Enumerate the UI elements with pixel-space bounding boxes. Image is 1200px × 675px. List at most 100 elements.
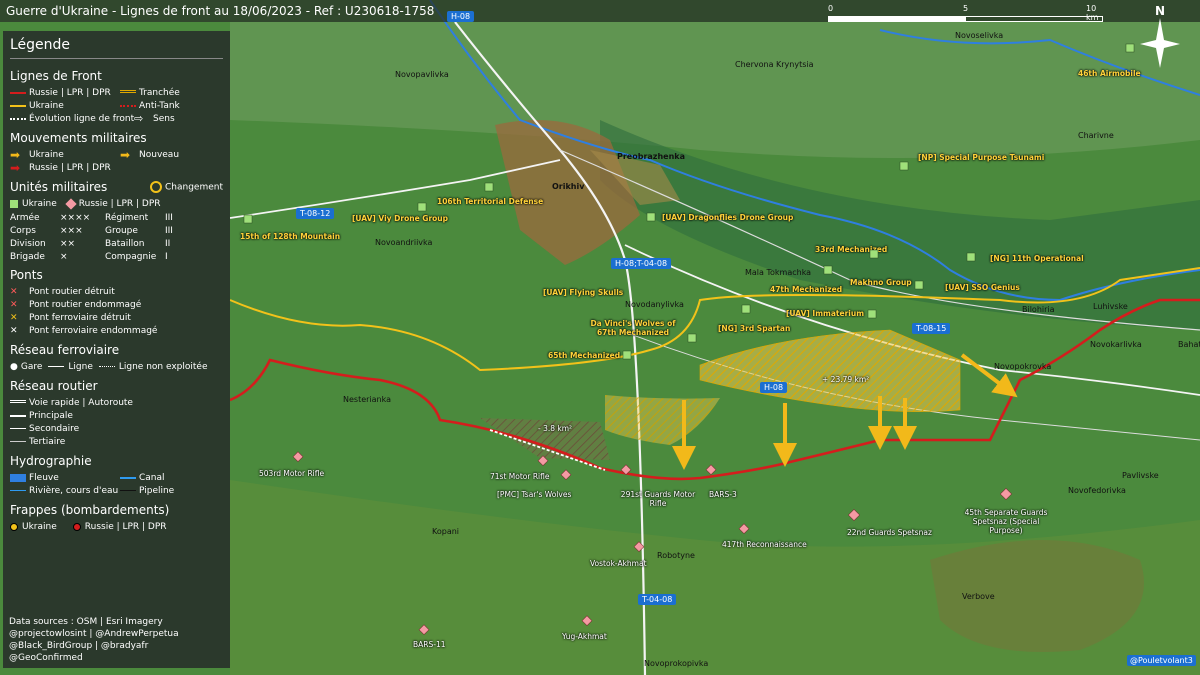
change-circle-icon [150,181,163,193]
legend-hydro-river: Fleuve [29,472,59,483]
unit-size-3b-symbol: I [165,252,168,262]
river-swatch [10,473,26,482]
road-bridge-damaged-icon: ✕ [10,299,18,310]
town-label: Nesterianka [343,395,392,404]
town-label: Novoselivka [955,31,1004,40]
legend-front-title: Lignes de Front [10,69,102,83]
ru-unit-label: Yug-Akhmat [562,632,607,641]
town-label: Robotyne [657,551,695,560]
ua-unit-label: [UAV] Immaterium [786,309,865,318]
antitank-swatch [120,104,136,107]
legend-bridge-3: Pont ferroviaire endommagé [29,325,158,336]
road-shield-t0815: T-08-15 [912,323,951,334]
unit-size-1-symbol: ××× [60,226,83,236]
unit-size-0-symbol: ×××× [60,213,91,223]
ru-unit-label: 503rd Motor Rifle [259,469,325,478]
russia-unit-icon [65,197,77,210]
ua-unit-label: 46th Airmobile [1078,69,1141,78]
tertiary-road-swatch [10,441,26,442]
main-road-swatch [10,414,26,417]
legend-bridge-0: Pont routier détruit [29,286,115,297]
unit-size-0b-label: Régiment [105,213,149,223]
ua-unit-label: [NG] 3rd Spartan [718,324,791,333]
evolution-swatch [10,117,26,120]
new-move-arrow-icon: ➡ [120,147,131,162]
legend-front-antitank: Anti-Tank [139,100,180,111]
ukraine-strike-icon [10,522,18,531]
russia-line-swatch [10,91,26,94]
road-shield-t0812: T-08-12 [296,208,335,219]
town-label: Novofedorivka [1068,486,1126,495]
legend-hydro-stream: Rivière, cours d'eau [29,485,119,496]
town-label-orikhiv: Orikhiv [552,182,585,191]
ru-unit-label: 22nd Guards Spetsnaz [847,528,932,537]
ua-unit-label: [UAV] Flying Skulls [543,288,624,297]
ru-unit-label: 45th Separate Guards Spetsnaz (Special P… [964,508,1048,535]
legend-moves-title: Mouvements militaires [10,131,147,145]
ru-unit-label: BARS-11 [413,640,446,649]
town-label: Novopokrovka [994,362,1052,371]
russia-move-arrow-icon: ➡ [10,160,21,175]
source-line-2: @Black_BirdGroup | @bradyafr [9,641,149,651]
legend-road-3: Tertiaire [29,436,66,447]
canal-swatch [120,476,136,479]
legend-bridge-2: Pont ferroviaire détruit [29,312,131,323]
ua-unit-label: [UAV] SSO Genius [945,283,1020,292]
ua-unit-label: Makhno Group [850,278,912,287]
ua-unit-label: 106th Territorial Defense [437,197,544,206]
unit-size-3-symbol: × [60,252,68,262]
legend-rail-station: Gare [20,361,43,372]
gain-west-label: - 3.8 km² [538,424,573,433]
town-label: Novokarlivka [1090,340,1142,349]
rail-bridge-destroyed-icon: ✕ [10,312,18,323]
legend-rail-line: Ligne [68,361,93,372]
ua-unit-label: 15th of 128th Mountain [240,232,341,241]
legend-moves-ukraine: Ukraine [29,149,64,160]
legend-units-russia: Russie | LPR | DPR [78,198,161,209]
legend-units-change: Changement [165,182,223,193]
unit-size-1b-symbol: III [165,226,173,236]
legend-bridge-1: Pont routier endommagé [29,299,142,310]
legend-panel: Légende Lignes de Front Russie | LPR | D… [3,31,230,668]
ua-unit-label: 65th Mechanized [548,351,621,360]
legend-front-evolution: Évolution ligne de front [29,113,135,124]
unit-size-2b-label: Bataillon [105,239,145,249]
ukraine-unit-icon [10,199,18,208]
town-label: Bilohiria [1022,305,1055,314]
road-shield-h08-t0408: H-08;T-04-08 [611,258,672,269]
rail-bridge-damaged-icon: ✕ [10,325,18,336]
north-label: N [1154,4,1166,18]
scale-tick-0: 0 [828,4,834,13]
town-label: Mala Tokmachka [745,268,812,277]
source-line-1: @projectowlosint | @AndrewPerpetua [9,629,179,639]
scale-bar: 0 5 10 km [828,4,1108,22]
source-line-3: @GeoConfirmed [9,653,83,663]
author-credit: @Pouletvolant3 [1127,655,1196,666]
legend-front-ukraine: Ukraine [29,100,64,111]
direction-arrow-icon: ⇨ [134,112,144,125]
ru-unit-label: [PMC] Tsar's Wolves [497,490,572,499]
legend-front-trench: Tranchée [139,87,180,98]
trench-swatch [120,90,136,95]
legend-rail-title: Réseau ferroviaire [10,343,120,357]
pipeline-swatch [120,490,136,491]
sources-block: Data sources : OSM | Esri Imagery @proje… [9,616,179,664]
unit-size-2b-symbol: II [165,239,171,249]
ua-unit-label: Da Vinci's Wolves of 67th Mechanized [590,319,676,337]
compass-icon [1140,18,1180,68]
station-icon: ● [10,361,18,372]
ru-unit-label: Vostok-Akhmat [590,559,647,568]
town-label: Bahate [1178,340,1200,349]
stream-swatch [10,490,26,491]
legend-rail-unused: Ligne non exploitée [118,361,208,372]
road-shield-t0408-south: T-04-08 [638,594,677,605]
legend-moves-new: Nouveau [139,149,180,160]
town-label: Novodanylivka [625,300,684,309]
russia-strike-icon [72,522,81,531]
legend-road-2: Secondaire [29,423,80,434]
legend-road-0: Voie rapide | Autoroute [29,397,133,408]
ru-unit-label: 71st Motor Rifle [490,472,550,481]
town-label: Pavlivske [1122,471,1159,480]
road-shield-h08-north: H-08 [447,11,475,22]
legend-front-direction: Sens [153,113,175,124]
